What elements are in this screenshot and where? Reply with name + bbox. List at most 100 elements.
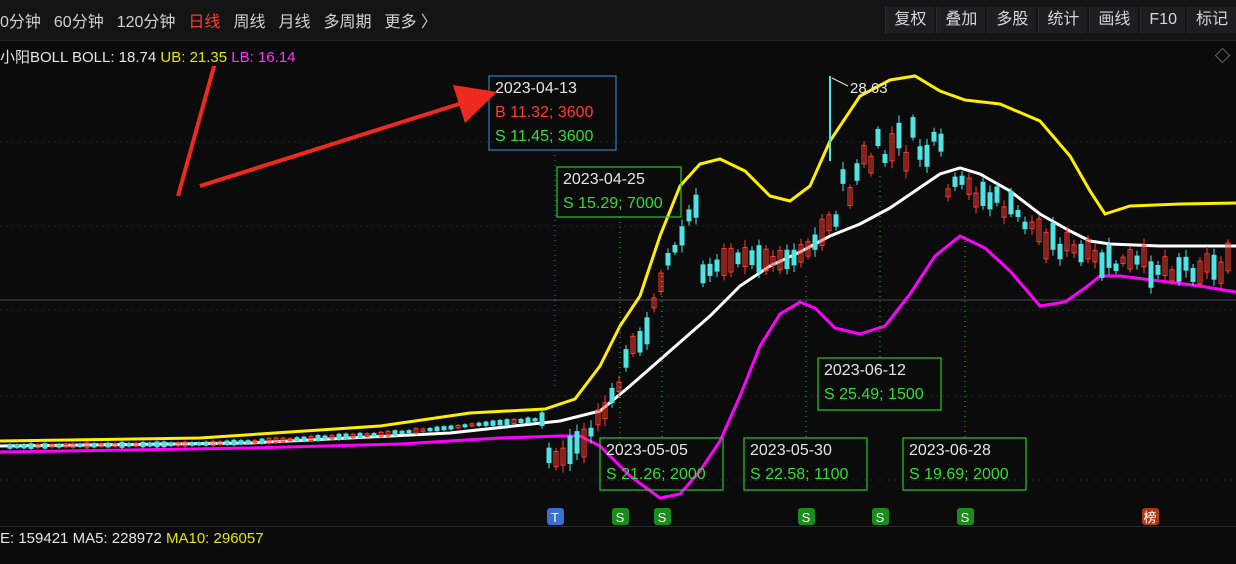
period-tab-5[interactable]: 月线: [278, 8, 310, 32]
candle-body: [518, 418, 524, 423]
period-tab-0[interactable]: 0分钟: [0, 8, 41, 32]
candle-body: [371, 432, 377, 437]
candle-body: [1211, 254, 1217, 280]
candle-body: [791, 249, 797, 266]
period-tab-4[interactable]: 周线: [233, 8, 265, 32]
candle-body: [896, 122, 902, 149]
candle-body: [693, 194, 699, 218]
candle-body: [686, 209, 692, 222]
candle-body: [917, 146, 923, 160]
tool-button-2[interactable]: 多股: [987, 7, 1037, 33]
candle-body: [399, 430, 405, 434]
candle-body: [1078, 243, 1084, 263]
candle-body: [224, 440, 230, 446]
candle-body: [154, 441, 160, 448]
period-tab-6[interactable]: 多周期: [323, 8, 371, 32]
annotation-line-3-0: S 22.58; 1100: [750, 466, 849, 483]
annotation-line-4-0: S 25.49; 1500: [824, 386, 924, 403]
candle-body: [567, 435, 573, 465]
candle-body: [672, 244, 678, 253]
candlestick-chart[interactable]: 28.63 2023-04-13 B 11.32; 3600 S 11.45; 360…: [0, 66, 1236, 526]
candle-body: [1176, 257, 1182, 282]
period-tab-3[interactable]: 日线: [188, 8, 220, 32]
candle-body: [1106, 244, 1112, 268]
candle-body: [42, 443, 48, 449]
candle-body: [938, 133, 944, 152]
candle-body: [833, 214, 839, 227]
candle-body: [735, 252, 741, 265]
annotation-line-5-0: S 19.69; 2000: [909, 466, 1009, 483]
boll-indicator-readout: 小阳BOLL BOLL: 18.74 UB: 21.35 LB: 16.14: [0, 46, 296, 67]
pane-divider: [0, 526, 1236, 527]
candle-body: [392, 430, 398, 436]
candle-body: [91, 443, 97, 448]
signal-marker-label-2: S: [658, 510, 667, 525]
candle-body: [119, 441, 125, 448]
candle-body: [952, 176, 958, 187]
candle-body: [357, 432, 363, 439]
candle-body: [490, 420, 496, 426]
candle-body: [910, 117, 916, 138]
candle-body: [196, 442, 202, 446]
candle-body: [924, 144, 930, 167]
candle-body: [315, 435, 321, 441]
tool-button-6[interactable]: 标记: [1186, 7, 1236, 33]
candle-body: [623, 349, 629, 368]
candle-body: [504, 419, 510, 425]
candle-body: [126, 442, 132, 447]
annotation-line-2-0: S 21.26; 2000: [606, 466, 706, 483]
candle-body: [980, 181, 986, 206]
tool-button-3[interactable]: 统计: [1038, 7, 1088, 33]
candle-body: [245, 440, 251, 444]
candle-body: [56, 443, 62, 448]
candle-body: [1134, 255, 1140, 265]
period-toolbar: 0分钟 60分钟 120分钟 日线 周线 月线 多周期 更多 〉 复权 叠加 多股 统计 画线 F10 标…: [0, 0, 1236, 41]
candle-body: [238, 440, 244, 445]
candle-body: [497, 420, 503, 426]
settings-diamond-icon[interactable]: [1214, 47, 1231, 64]
candle-body: [1022, 221, 1028, 230]
annotation-date-5: 2023-06-28: [909, 442, 991, 459]
annotation-date-3: 2023-05-30: [750, 442, 832, 459]
candle-body: [301, 436, 307, 441]
period-tab-1[interactable]: 60分钟: [54, 8, 104, 32]
signal-marker-label-4: S: [876, 510, 885, 525]
candle-body: [532, 418, 538, 422]
period-tab-2[interactable]: 120分钟: [117, 8, 176, 32]
signal-marker-label-0: T: [551, 510, 559, 525]
ma5-value: MA5: 228972: [72, 530, 162, 547]
candle-body: [448, 425, 454, 430]
candle-body: [427, 428, 433, 432]
red-arrow-to-daily-tab: [176, 66, 217, 197]
tool-button-0[interactable]: 复权: [885, 7, 935, 33]
tool-button-5[interactable]: F10: [1140, 7, 1185, 33]
boll-value: BOLL: 18.74: [71, 49, 157, 66]
candle-body: [609, 387, 615, 403]
candle-body: [525, 417, 531, 424]
period-tab-7[interactable]: 更多 〉: [384, 8, 436, 32]
candle-body: [959, 175, 965, 185]
candle-body: [231, 439, 237, 446]
candle-body: [483, 421, 489, 426]
candle-body: [679, 226, 685, 246]
signal-marker-label-6: 榜: [1143, 510, 1156, 525]
candle-body: [1113, 263, 1119, 271]
candle-body: [714, 259, 720, 272]
annotation-line-0-1: S 11.45; 3600: [495, 128, 594, 145]
candle-body: [1099, 252, 1105, 278]
candle-body: [756, 245, 762, 273]
candle-body: [1190, 268, 1196, 282]
candle-body: [539, 412, 545, 427]
candle-body: [476, 422, 482, 427]
tool-button-1[interactable]: 叠加: [936, 7, 986, 33]
period-tabs: 0分钟 60分钟 120分钟 日线 周线 月线 多周期 更多 〉: [0, 0, 437, 40]
volume-value: E: 159421: [0, 530, 69, 547]
candle-body: [700, 264, 706, 284]
tool-button-4[interactable]: 画线: [1089, 7, 1139, 33]
ma10-value: MA10: 296057: [165, 530, 264, 547]
annotation-date-4: 2023-06-12: [824, 362, 906, 379]
signal-marker-label-5: S: [961, 510, 970, 525]
candle-body: [987, 192, 993, 210]
candle-body: [588, 427, 594, 437]
candle-body: [1050, 222, 1056, 250]
